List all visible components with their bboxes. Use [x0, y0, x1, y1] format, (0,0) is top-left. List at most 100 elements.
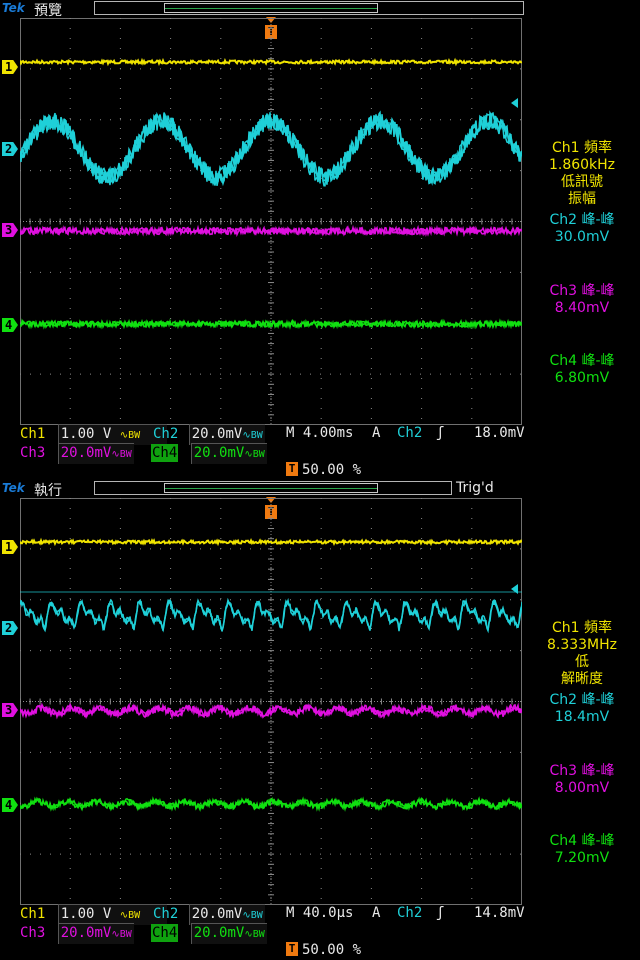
measurement-ch1-frequency: Ch1 頻率 8.333MHz 低 解晰度 [524, 620, 640, 688]
ch4-label: Ch4 [151, 444, 179, 462]
measurement-panel: Ch1 頻率 1.860kHz 低訊號 振幅 Ch2 峰-峰 30.0mV Ch… [524, 120, 640, 420]
measurement-value: 1.860kHz [548, 157, 616, 173]
ch3-label: Ch3 [20, 925, 46, 941]
waveform-graticule [20, 498, 522, 905]
ch1-label: Ch1 [20, 906, 46, 922]
ch4-ground-marker[interactable]: 4 [2, 318, 18, 332]
scope-screen-run: Tek 執行 Trig'd T 1 2 3 4 Ch1 頻率 8.333MHz … [0, 480, 640, 960]
measurement-value: 8.00mV [554, 780, 610, 796]
measurement-label: Ch1 頻率 [551, 620, 612, 636]
record-view-window[interactable] [164, 483, 378, 493]
ch3-scale: 20.0mV∿BW [57, 443, 134, 464]
trigger-level[interactable]: 18.0mV [474, 424, 525, 442]
acquisition-mode: 執行 [34, 483, 62, 499]
trigger-channel[interactable]: Ch2 [397, 424, 422, 442]
measurement-label: Ch4 峰-峰 [549, 833, 615, 849]
ch1-coupling-icon: ∿BW [119, 430, 141, 441]
measurement-value: 18.4mV [554, 709, 610, 725]
ch1-coupling-icon: ∿BW [119, 910, 141, 921]
ch2-coupling-icon: ∿BW [242, 430, 263, 441]
brand-logo: Tek [2, 481, 25, 495]
ch4-scale: 20.0mV∿BW [190, 923, 267, 944]
ch4-scale: 20.0mV∿BW [190, 443, 267, 464]
ch2-scale: 20.0mV∿BW [188, 904, 265, 925]
ch3-scale: 20.0mV∿BW [57, 923, 134, 944]
channel-settings-row-2: Ch3 20.0mV∿BW Ch4 20.0mV∿BW [0, 443, 640, 464]
ch1-settings[interactable]: Ch1 1.00 V ∿BW [20, 424, 167, 445]
ch1-label: Ch1 [20, 426, 46, 442]
ch3-ground-marker[interactable]: 3 [2, 703, 18, 717]
trigger-source-mode: A [372, 905, 381, 921]
trigger-status: Trig'd [456, 480, 494, 496]
ch1-ground-marker[interactable]: 1 [2, 540, 18, 554]
ch2-settings[interactable]: Ch2 20.0mV∿BW [153, 904, 265, 925]
ch3-label: Ch3 [20, 445, 46, 461]
measurement-note: 低訊號 [561, 174, 603, 190]
waveform-graticule [20, 18, 522, 425]
measurement-note: 低 [575, 654, 589, 670]
measurement-label: Ch1 頻率 [551, 140, 612, 156]
measurement-value: 6.80mV [554, 370, 610, 386]
trigger-position-readout: T 50.00 % [286, 462, 361, 478]
measurement-ch2-pk2pk: Ch2 峰-峰 30.0mV [524, 212, 640, 246]
measurement-note: 振幅 [568, 191, 596, 207]
trigger-icon: T [286, 462, 298, 476]
ch2-settings[interactable]: Ch2 20.0mV∿BW [153, 424, 265, 445]
measurement-ch3-pk2pk: Ch3 峰-峰 8.40mV [524, 283, 640, 317]
measurement-ch4-pk2pk: Ch4 峰-峰 6.80mV [524, 353, 640, 387]
record-view-window[interactable] [164, 3, 378, 13]
ch3-settings[interactable]: Ch3 20.0mV∿BW [20, 923, 134, 944]
measurement-ch3-pk2pk: Ch3 峰-峰 8.00mV [524, 763, 640, 797]
measurement-label: Ch2 峰-峰 [549, 212, 615, 228]
ch3-settings[interactable]: Ch3 20.0mV∿BW [20, 443, 134, 464]
channel-settings-row-1: Ch1 1.00 V ∿BW Ch2 20.0mV∿BW M 40.0µs A … [0, 904, 640, 925]
trigger-slope-icon: ʃ [436, 425, 445, 441]
graticule-svg [20, 498, 522, 905]
trigger-position-value: 50.00 % [302, 462, 362, 478]
ch3-coupling-icon: ∿BW [111, 449, 132, 460]
ch4-settings[interactable]: Ch4 20.0mV∿BW [151, 923, 267, 944]
channel-settings-row-1: Ch1 1.00 V ∿BW Ch2 20.0mV∿BW M 4.00ms A … [0, 424, 640, 445]
status-bar: Tek 預覽 [0, 0, 640, 19]
ch4-coupling-icon: ∿BW [244, 449, 265, 460]
measurement-note: 解晰度 [561, 671, 603, 687]
trigger-channel[interactable]: Ch2 [397, 904, 422, 922]
ch1-settings[interactable]: Ch1 1.00 V ∿BW [20, 904, 167, 925]
ch2-coupling-icon: ∿BW [242, 910, 263, 921]
measurement-value: 8.40mV [554, 300, 610, 316]
measurement-label: Ch4 峰-峰 [549, 353, 615, 369]
acquisition-mode: 預覽 [34, 3, 62, 19]
trigger-position-readout: T 50.00 % [286, 942, 361, 958]
trigger-level[interactable]: 14.8mV [474, 904, 525, 922]
trigger-position-value: 50.00 % [302, 942, 362, 958]
ch2-label: Ch2 [153, 426, 179, 442]
ch1-ground-marker[interactable]: 1 [2, 60, 18, 74]
ch2-trace [20, 598, 522, 633]
measurement-ch4-pk2pk: Ch4 峰-峰 7.20mV [524, 833, 640, 867]
ch4-settings[interactable]: Ch4 20.0mV∿BW [151, 443, 267, 464]
ch1-scale: 1.00 V ∿BW [57, 904, 167, 925]
trigger-source-mode: A [372, 425, 381, 441]
measurement-label: Ch2 峰-峰 [549, 692, 615, 708]
graticule-svg [20, 18, 522, 425]
ch1-trace [20, 537, 522, 547]
trigger-level-arrow[interactable] [511, 584, 518, 594]
ch4-ground-marker[interactable]: 4 [2, 798, 18, 812]
ch2-label: Ch2 [153, 906, 179, 922]
ch3-ground-marker[interactable]: 3 [2, 223, 18, 237]
ch1-scale: 1.00 V ∿BW [57, 424, 167, 445]
measurement-panel: Ch1 頻率 8.333MHz 低 解晰度 Ch2 峰-峰 18.4mV Ch3… [524, 600, 640, 900]
trigger-icon: T [286, 942, 298, 956]
ch2-ground-marker[interactable]: 2 [2, 621, 18, 635]
scope-screen-preview: Tek 預覽 T 1 2 3 4 Ch1 頻率 1.860kHz 低訊號 振幅 … [0, 0, 640, 480]
ch2-ground-marker[interactable]: 2 [2, 142, 18, 156]
timebase[interactable]: M 4.00ms [286, 424, 353, 442]
trigger-level-arrow[interactable] [511, 98, 518, 108]
measurement-label: Ch3 峰-峰 [549, 283, 615, 299]
status-bar: Tek 執行 Trig'd [0, 480, 640, 499]
brand-logo: Tek [2, 1, 25, 15]
measurement-ch1-frequency: Ch1 頻率 1.860kHz 低訊號 振幅 [524, 140, 640, 208]
ch4-coupling-icon: ∿BW [244, 929, 265, 940]
timebase[interactable]: M 40.0µs [286, 904, 353, 922]
measurement-value: 30.0mV [554, 229, 610, 245]
